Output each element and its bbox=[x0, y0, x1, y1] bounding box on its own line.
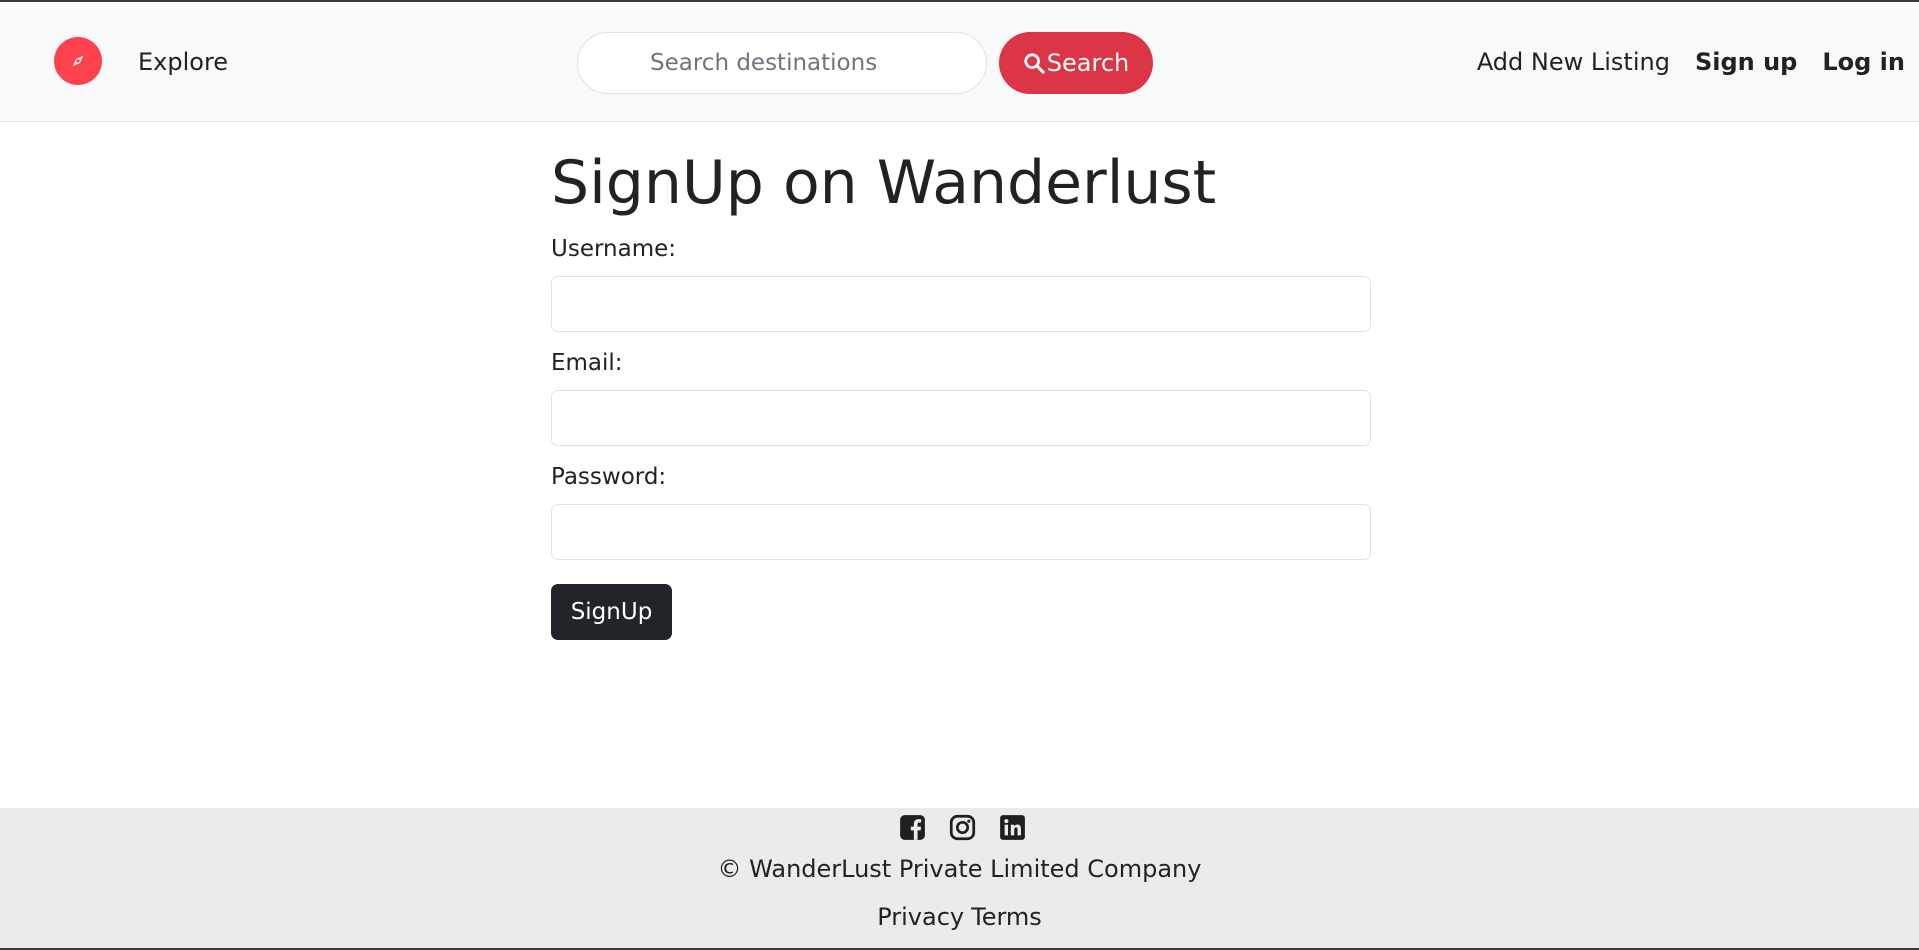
facebook-icon[interactable] bbox=[899, 814, 926, 841]
instagram-icon[interactable] bbox=[949, 814, 976, 841]
brand-logo-link[interactable] bbox=[54, 37, 102, 85]
log-in-link[interactable]: Log in bbox=[1822, 48, 1905, 76]
add-new-listing-link[interactable]: Add New Listing bbox=[1477, 48, 1670, 76]
navbar: Explore Search Add New Listing Sign up L… bbox=[0, 2, 1919, 122]
nav-explore-link[interactable]: Explore bbox=[138, 48, 228, 76]
page: Explore Search Add New Listing Sign up L… bbox=[0, 0, 1919, 950]
username-label: Username: bbox=[551, 236, 676, 262]
signup-form: Username: Email: Password: SignUp bbox=[551, 236, 1371, 640]
terms-link[interactable]: Terms bbox=[971, 903, 1042, 931]
search-icon bbox=[1023, 52, 1045, 74]
email-label: Email: bbox=[551, 350, 623, 376]
footer: © WanderLust Private Limited Company Pri… bbox=[0, 808, 1919, 948]
social-links bbox=[6, 808, 1919, 841]
search-input[interactable] bbox=[577, 32, 987, 94]
page-title: SignUp on Wanderlust bbox=[551, 148, 1217, 218]
signup-submit-button[interactable]: SignUp bbox=[551, 584, 672, 640]
password-label: Password: bbox=[551, 464, 667, 490]
username-field[interactable] bbox=[551, 276, 1371, 332]
signup-form-container: SignUp on Wanderlust Username: Email: Pa… bbox=[551, 122, 1371, 640]
email-field[interactable] bbox=[551, 390, 1371, 446]
linkedin-icon[interactable] bbox=[999, 814, 1026, 841]
privacy-link[interactable]: Privacy bbox=[877, 903, 964, 931]
password-field[interactable] bbox=[551, 504, 1371, 560]
sign-up-link[interactable]: Sign up bbox=[1695, 48, 1797, 76]
copyright-text: © WanderLust Private Limited Company bbox=[717, 855, 1202, 883]
footer-links: Privacy Terms bbox=[0, 903, 1919, 931]
search-button[interactable]: Search bbox=[999, 32, 1153, 94]
search-button-label: Search bbox=[1046, 49, 1130, 77]
compass-icon bbox=[72, 55, 84, 67]
nav-right-links: Add New Listing Sign up Log in bbox=[1477, 48, 1905, 76]
